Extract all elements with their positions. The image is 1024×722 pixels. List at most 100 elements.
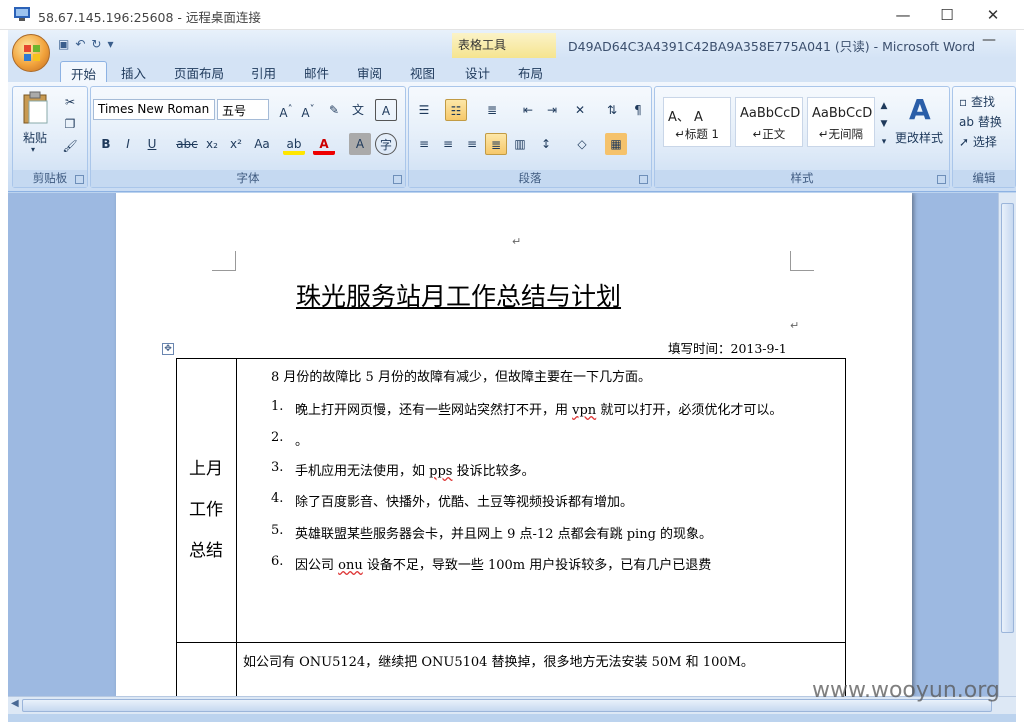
- rdp-title-bar: 58.67.145.196:25608 - 远程桌面连接 — ☐ ✕: [0, 0, 1024, 30]
- minimize-button[interactable]: —: [880, 0, 926, 30]
- italic-button[interactable]: I: [117, 133, 139, 155]
- styles-launcher-icon[interactable]: [937, 175, 946, 184]
- paste-button[interactable]: 粘贴 ▾: [19, 91, 53, 157]
- tab-page-layout[interactable]: 页面布局: [164, 61, 234, 82]
- paragraph-launcher-icon[interactable]: [639, 175, 648, 184]
- char-border-icon[interactable]: A: [375, 99, 397, 121]
- scroll-left-icon[interactable]: ◀: [11, 698, 19, 709]
- style-name: ↵无间隔: [818, 127, 864, 141]
- multilevel-list-icon[interactable]: ≣: [481, 99, 503, 121]
- highlight-icon[interactable]: ab: [283, 133, 305, 155]
- justify-icon[interactable]: ≣: [485, 133, 507, 155]
- distributed-icon[interactable]: ▥: [509, 133, 531, 155]
- borders-icon[interactable]: ▦: [605, 133, 627, 155]
- tab-references[interactable]: 引用: [241, 61, 286, 82]
- office-button[interactable]: [12, 34, 50, 72]
- clipboard-group: 粘贴 ▾ ✂ ❐ 🖌 剪贴板: [12, 86, 88, 188]
- numbering-icon[interactable]: ☷: [445, 99, 467, 121]
- font-size-combo[interactable]: 五号: [217, 99, 269, 120]
- spell-error-word: onu: [338, 558, 363, 573]
- word-window: ▣ ↶ ↻ ▾ 表格工具 D49AD64C3A4391C42BA9A358E77…: [8, 30, 1016, 722]
- tab-table-layout[interactable]: 布局: [508, 61, 553, 82]
- increase-indent-icon[interactable]: ⇥: [541, 99, 563, 121]
- superscript-button[interactable]: x²: [225, 133, 247, 155]
- subscript-button[interactable]: x₂: [201, 133, 223, 155]
- margin-corner-left: [212, 251, 236, 271]
- style-sample: AaBbCcD: [812, 106, 873, 121]
- find-button[interactable]: ▫ 查找: [959, 93, 995, 110]
- fill-time-text: 填写时间：2013-9-1: [668, 341, 787, 356]
- chinese-layout-icon[interactable]: ✕: [569, 99, 591, 121]
- editing-group-label: 编辑: [953, 170, 1015, 187]
- enclose-char-icon[interactable]: 字: [375, 133, 397, 155]
- tab-review[interactable]: 审阅: [347, 61, 392, 82]
- sort-icon[interactable]: ⇅: [601, 99, 623, 121]
- redo-icon[interactable]: ↻: [91, 37, 101, 51]
- underline-button[interactable]: U: [141, 133, 163, 155]
- vertical-scroll-thumb[interactable]: [1001, 203, 1014, 633]
- ribbon-minimize-icon[interactable]: —: [982, 32, 996, 48]
- customize-toolbar-icon[interactable]: ▾: [107, 37, 113, 51]
- line-spacing-icon[interactable]: ↕: [535, 133, 557, 155]
- document-page[interactable]: ↵ 珠光服务站月工作总结与计划 ↵ 填写时间：2013-9-1 ✥ 上月 工作 …: [116, 193, 912, 696]
- list-text: 。: [295, 430, 308, 449]
- word-title-bar: ▣ ↶ ↻ ▾ 表格工具 D49AD64C3A4391C42BA9A358E77…: [8, 30, 1016, 58]
- replace-button[interactable]: ab 替换: [959, 113, 1002, 130]
- bold-button[interactable]: B: [95, 133, 117, 155]
- table-column-divider: [236, 359, 237, 696]
- align-left-icon[interactable]: ≡: [413, 133, 435, 155]
- chevron-down-icon: ▾: [31, 145, 36, 154]
- list-number: 4.: [271, 491, 284, 506]
- select-button[interactable]: ➚ 选择: [959, 133, 997, 150]
- phonetic-guide-icon[interactable]: 文: [347, 99, 369, 121]
- decrease-indent-icon[interactable]: ⇤: [517, 99, 539, 121]
- tab-home[interactable]: 开始: [60, 61, 108, 82]
- font-color-icon[interactable]: A: [313, 133, 335, 155]
- find-label: 查找: [970, 95, 995, 109]
- char-shading-icon[interactable]: A: [349, 133, 371, 155]
- font-launcher-icon[interactable]: [393, 175, 402, 184]
- copy-icon[interactable]: ❐: [59, 113, 81, 135]
- tab-view[interactable]: 视图: [400, 61, 445, 82]
- paragraph-mark: ↵: [790, 319, 800, 332]
- replace-label: 替换: [977, 115, 1002, 129]
- maximize-button[interactable]: ☐: [924, 0, 970, 30]
- style-name: ↵正文: [752, 127, 786, 141]
- undo-icon[interactable]: ↶: [75, 37, 85, 51]
- clipboard-launcher-icon[interactable]: [75, 175, 84, 184]
- shading-icon[interactable]: ◇: [571, 133, 593, 155]
- show-marks-icon[interactable]: ¶: [627, 99, 649, 121]
- table-row-divider: [177, 642, 845, 643]
- shrink-font-icon[interactable]: A˅: [297, 99, 319, 121]
- bullets-icon[interactable]: ☰: [413, 99, 435, 121]
- text-segment: 除了百度影音、快播外，优酷、土豆等视频投诉都有增加。: [295, 495, 634, 510]
- change-case-button[interactable]: Aa: [249, 133, 275, 155]
- grow-font-icon[interactable]: A˄: [275, 99, 297, 121]
- strikethrough-button[interactable]: abc: [173, 133, 201, 155]
- format-painter-icon[interactable]: 🖌: [59, 135, 81, 157]
- table-move-handle-icon[interactable]: ✥: [162, 343, 174, 355]
- align-center-icon[interactable]: ≡: [437, 133, 459, 155]
- tab-mailings[interactable]: 邮件: [294, 61, 339, 82]
- ribbon-tabs: 开始 插入 页面布局 引用 邮件 审阅 视图 设计 布局: [8, 58, 1016, 82]
- vertical-scrollbar[interactable]: [998, 193, 1016, 696]
- save-icon[interactable]: ▣: [58, 37, 69, 51]
- close-button[interactable]: ✕: [970, 0, 1016, 30]
- style-no-spacing[interactable]: AaBbCcD ↵无间隔: [807, 97, 875, 147]
- cut-icon[interactable]: ✂: [59, 91, 81, 113]
- list-number: 2.: [271, 430, 284, 445]
- align-right-icon[interactable]: ≡: [461, 133, 483, 155]
- text-segment: 晚上打开网页慢，还有一些网站突然打不开，用: [295, 403, 573, 418]
- list-number: 3.: [271, 460, 284, 475]
- change-styles-button[interactable]: A 更改样式: [895, 91, 951, 161]
- tab-insert[interactable]: 插入: [111, 61, 156, 82]
- tab-table-design[interactable]: 设计: [455, 61, 500, 82]
- style-more-icon[interactable]: ▾: [877, 131, 891, 153]
- clear-format-icon[interactable]: ✎: [323, 99, 345, 121]
- style-normal[interactable]: AaBbCcD ↵正文: [735, 97, 803, 147]
- paragraph-group-label: 段落: [409, 170, 651, 187]
- style-heading1[interactable]: A、 A ↵标题 1: [663, 97, 731, 147]
- list-number: 6.: [271, 554, 284, 569]
- font-name-combo[interactable]: Times New Roman: [93, 99, 215, 120]
- text-segment: 就可以打开，必须优化才可以。: [596, 403, 783, 418]
